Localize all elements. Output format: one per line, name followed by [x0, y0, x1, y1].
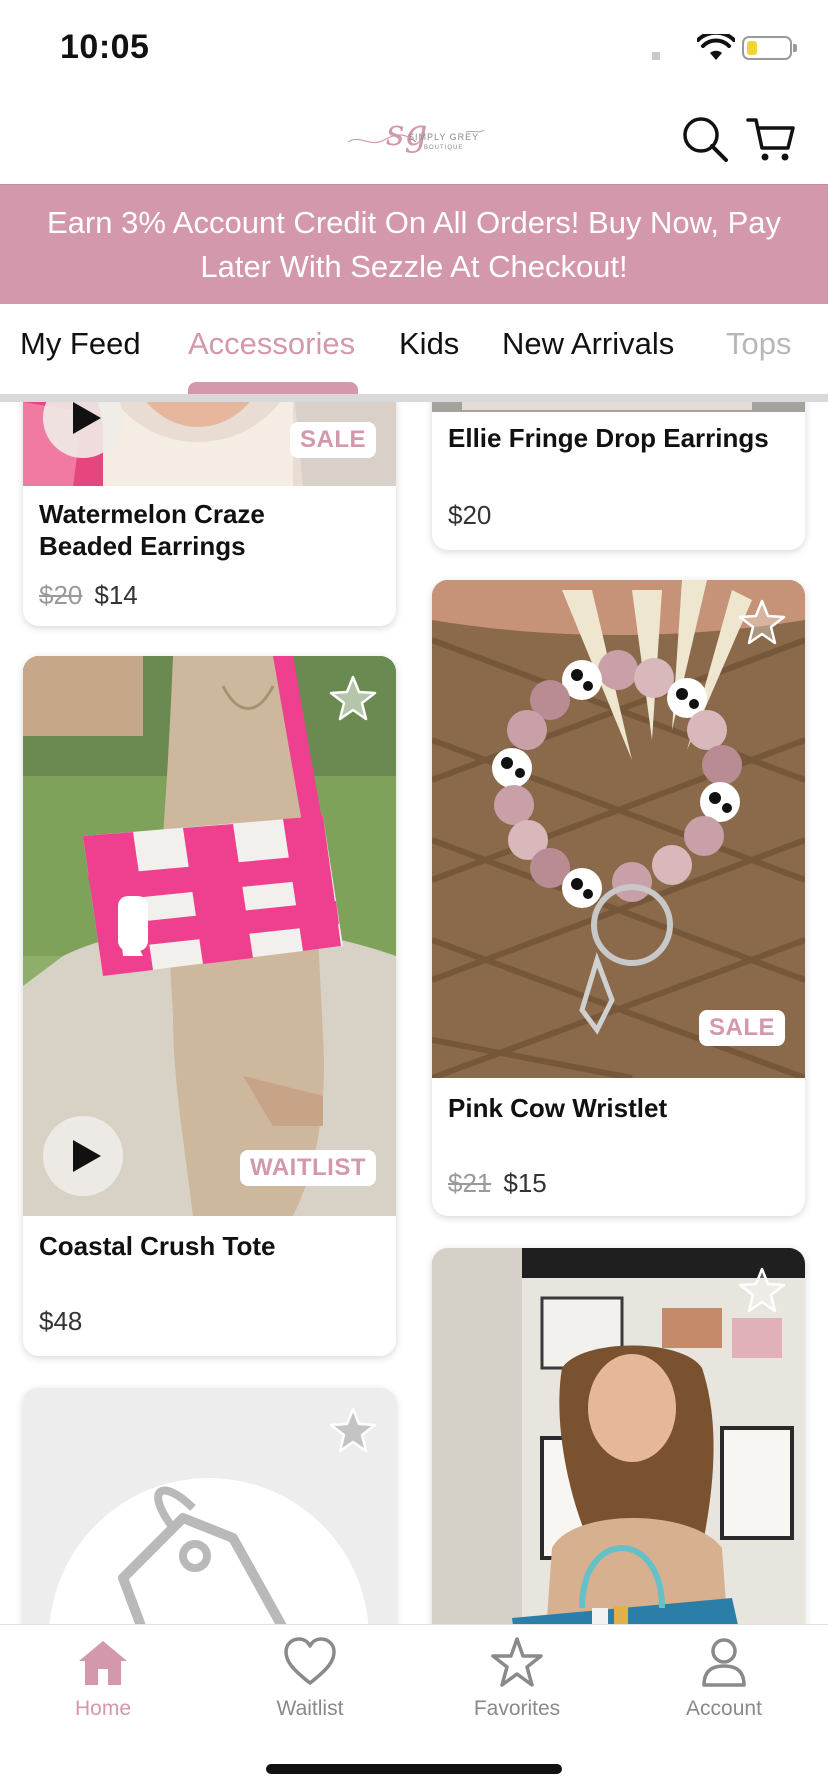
product-title: Watermelon Craze: [39, 499, 265, 529]
product-price: $20: [448, 500, 492, 530]
tab-new-arrivals[interactable]: New Arrivals: [502, 326, 674, 362]
nav-label: Home: [74, 1697, 132, 1720]
product-title: Ellie Fringe Drop Earrings: [448, 423, 769, 453]
play-video-button[interactable]: [43, 1116, 123, 1196]
product-card-pink-cow-wristlet[interactable]: SALE Pink Cow Wristlet $21 $15: [432, 580, 805, 1216]
search-icon[interactable]: [680, 114, 730, 164]
nav-label: Waitlist: [276, 1697, 344, 1720]
signal-dot: [652, 52, 660, 60]
cart-icon[interactable]: [746, 114, 796, 164]
nav-label: Favorites: [473, 1697, 561, 1720]
favorite-star-icon[interactable]: [737, 1266, 787, 1316]
waitlist-badge: WAITLIST: [240, 1150, 376, 1186]
product-feed[interactable]: SALE Watermelon Craze Beaded Earrings $2…: [0, 402, 828, 1624]
product-card-tote-model[interactable]: [432, 1248, 805, 1624]
nav-favorites[interactable]: Favorites: [452, 1635, 582, 1735]
product-card-watermelon[interactable]: SALE Watermelon Craze Beaded Earrings $2…: [23, 402, 396, 626]
product-price: $21 $15: [448, 1168, 547, 1199]
star-icon: [491, 1637, 543, 1687]
tab-tops[interactable]: Tops: [726, 326, 791, 362]
product-title: Coastal Crush Tote: [39, 1231, 276, 1261]
logo-sub: BOUTIQUE: [424, 145, 464, 151]
sale-price: $14: [94, 580, 138, 610]
favorite-star-icon[interactable]: [737, 598, 787, 648]
home-indicator: [266, 1764, 562, 1774]
home-icon: [79, 1641, 127, 1685]
favorite-star-icon[interactable]: [328, 674, 378, 724]
promo-text: Earn 3% Account Credit On All Orders! Bu…: [47, 204, 781, 284]
nav-home[interactable]: Home: [38, 1635, 168, 1735]
original-price: $20: [39, 580, 83, 610]
sale-price: $15: [503, 1168, 547, 1198]
product-card-placeholder[interactable]: [23, 1388, 396, 1624]
product-price: $48: [39, 1306, 83, 1336]
earrings-photo: [432, 402, 805, 412]
sale-badge: SALE: [289, 422, 376, 458]
logo-name: SIMPLY GREY: [408, 132, 480, 142]
nav-account[interactable]: Account: [659, 1635, 789, 1735]
product-card-coastal-tote[interactable]: WAITLIST Coastal Crush Tote $48: [23, 656, 396, 1356]
tab-kids[interactable]: Kids: [399, 326, 459, 362]
nav-waitlist[interactable]: Waitlist: [245, 1635, 375, 1735]
promo-banner[interactable]: Earn 3% Account Credit On All Orders! Bu…: [0, 184, 828, 304]
product-price: $20 $14: [39, 580, 138, 611]
product-card-ellie[interactable]: Ellie Fringe Drop Earrings $20: [432, 402, 805, 550]
brand-logo[interactable]: sg SIMPLY GREY BOUTIQUE: [346, 112, 486, 164]
battery-level: [747, 41, 757, 55]
heart-icon: [284, 1637, 336, 1685]
original-price: $21: [448, 1168, 492, 1198]
product-image: [432, 402, 805, 412]
tabs-divider: [0, 394, 828, 402]
status-bar: 10:05: [0, 0, 828, 96]
tab-my-feed[interactable]: My Feed: [20, 326, 141, 362]
category-tabs: My Feed Accessories Kids New Arrivals To…: [0, 304, 828, 396]
product-title-line2: Beaded Earrings: [39, 531, 246, 561]
wifi-icon: [697, 34, 735, 60]
status-time: 10:05: [60, 28, 150, 66]
user-icon: [702, 1638, 746, 1687]
tab-accessories[interactable]: Accessories: [188, 326, 355, 362]
nav-label: Account: [686, 1697, 762, 1720]
sale-badge: SALE: [698, 1010, 785, 1046]
product-image: [432, 580, 805, 1078]
favorite-star-icon[interactable]: [328, 1406, 378, 1456]
product-title: Pink Cow Wristlet: [448, 1093, 668, 1123]
wristlet-photo: [432, 580, 805, 1078]
app-header: sg SIMPLY GREY BOUTIQUE: [0, 96, 828, 184]
battery-icon: [742, 36, 797, 60]
